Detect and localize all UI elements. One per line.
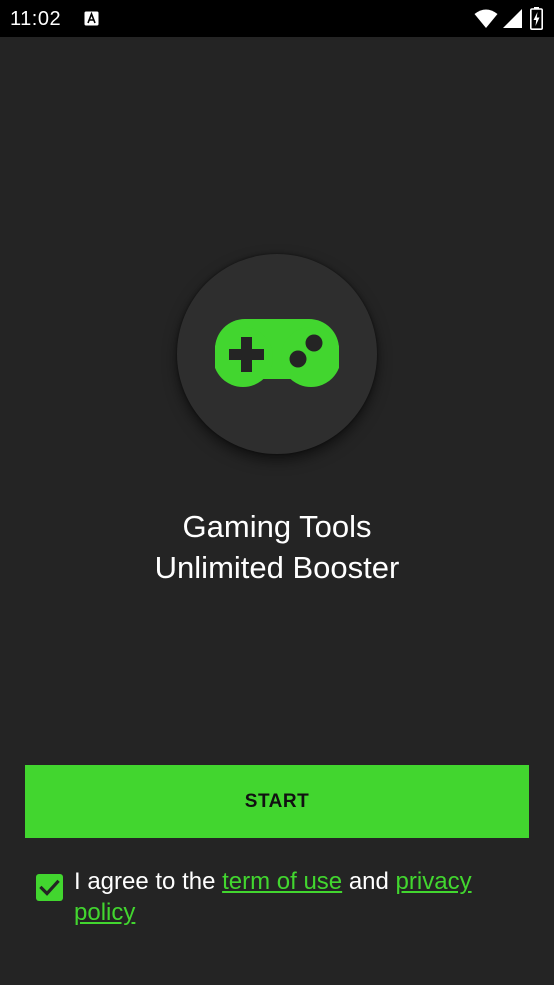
wifi-icon <box>474 9 498 28</box>
cell-signal-icon <box>503 9 522 28</box>
terms-of-use-link[interactable]: term of use <box>222 868 342 895</box>
app-logo <box>177 254 377 454</box>
battery-charging-icon <box>530 7 543 30</box>
start-button[interactable]: START <box>25 765 529 838</box>
status-bar: 11:02 <box>0 0 554 37</box>
agreement-prefix: I agree to the <box>74 868 223 895</box>
font-a-icon <box>84 11 99 26</box>
app-title-line-2: Unlimited Booster <box>154 550 400 585</box>
app-screen: 11:02 Gaming Tools Unlimited Booster STA… <box>0 0 554 985</box>
agree-checkbox[interactable] <box>36 874 63 901</box>
app-title-line-1: Gaming Tools <box>182 509 372 544</box>
checkmark-icon <box>39 879 60 896</box>
gamepad-icon <box>215 319 339 387</box>
status-time: 11:02 <box>10 8 62 30</box>
app-title: Gaming Tools Unlimited Booster <box>0 506 554 588</box>
agreement-conjunction: and <box>342 868 396 895</box>
agreement-text: I agree to the term of use and privacy p… <box>74 866 519 928</box>
